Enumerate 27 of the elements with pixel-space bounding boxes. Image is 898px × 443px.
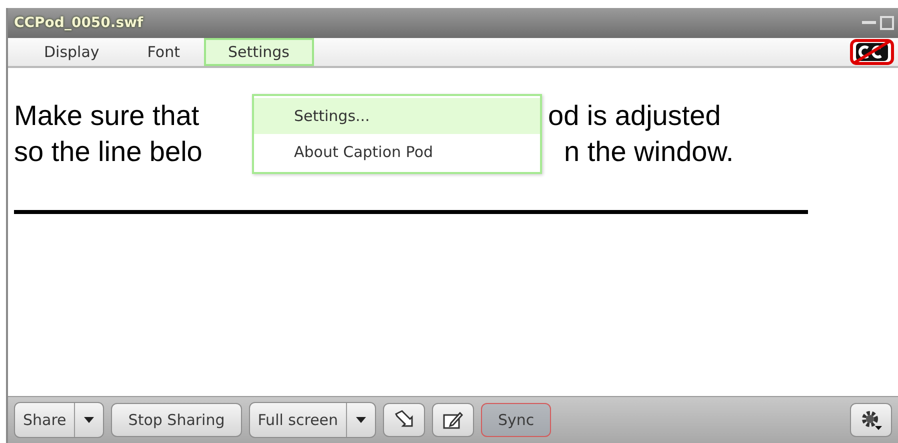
pencil-icon [442,410,464,430]
minimize-icon[interactable] [862,21,876,25]
caret-icon [356,417,366,423]
settings-icon [860,409,882,431]
menu-item[interactable]: Display [20,38,124,66]
sync-button[interactable]: Sync [481,403,552,437]
captions-off-icon[interactable] [850,39,894,65]
split-button[interactable]: Full screen [248,402,376,438]
split-button-label[interactable]: Share [15,403,76,437]
caption-text: so the line belo [14,136,202,168]
maximize-icon[interactable] [880,16,894,30]
caption-text: od is adjusted [548,100,721,132]
dropdown-item[interactable]: Settings... [254,98,540,134]
caption-text: Make sure that [14,100,200,132]
split-button[interactable]: Share [14,402,104,438]
split-button-label[interactable]: Full screen [250,403,348,437]
menu-item[interactable]: Font [123,38,204,66]
window-title: CCPod_0050.swf [14,15,144,31]
arrow-icon [393,410,416,430]
dropdown-item[interactable]: About Caption Pod [254,134,540,170]
annotate-button[interactable] [432,403,474,437]
pointer-button[interactable] [383,403,426,437]
toolbar-button[interactable]: Stop Sharing [111,403,242,437]
caret-icon [84,417,94,423]
settings-button[interactable] [850,403,892,437]
caption-text: n the window. [564,136,734,168]
menu-item[interactable]: Settings [204,38,314,66]
